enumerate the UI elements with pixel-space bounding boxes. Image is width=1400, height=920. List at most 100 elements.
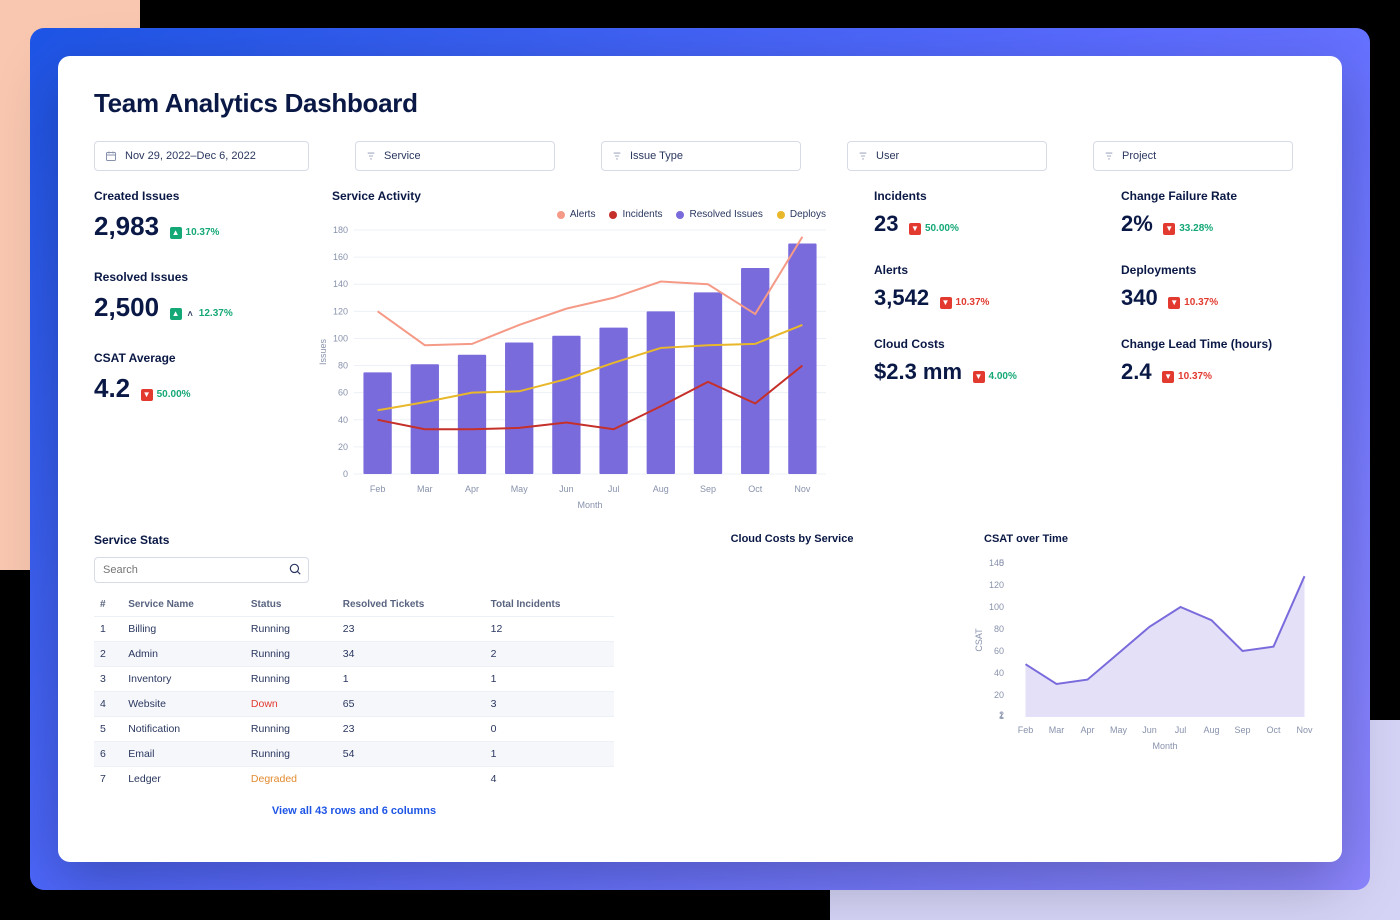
service-filter-label: Service: [384, 150, 421, 162]
filter-bar: Nov 29, 2022–Dec 6, 2022 Service Issue T…: [94, 141, 1306, 171]
svg-text:Sep: Sep: [700, 484, 716, 494]
arrow-down-icon: ▼: [973, 371, 985, 383]
service-filter[interactable]: Service: [355, 141, 555, 171]
metric-delta: ▼ 50.00%: [141, 389, 191, 401]
svg-text:Month: Month: [577, 500, 602, 510]
table-row[interactable]: 5NotificationRunning230: [94, 717, 614, 742]
svg-text:60: 60: [338, 388, 348, 398]
search-input[interactable]: [94, 557, 309, 583]
svg-text:80: 80: [994, 624, 1004, 634]
svg-text:Mar: Mar: [1049, 725, 1065, 735]
page-title: Team Analytics Dashboard: [94, 88, 1306, 119]
table-row[interactable]: 2AdminRunning342: [94, 642, 614, 667]
metric-title: Resolved Issues: [94, 270, 294, 284]
table-row[interactable]: 7LedgerDegraded4: [94, 767, 614, 792]
svg-text:100: 100: [989, 602, 1004, 612]
svg-text:Aug: Aug: [1203, 725, 1219, 735]
metric-title: Incidents: [874, 189, 1087, 203]
table-header: #: [94, 593, 122, 617]
svg-text:Jun: Jun: [1142, 725, 1157, 735]
svg-text:80: 80: [338, 361, 348, 371]
metric-title: Created Issues: [94, 189, 294, 203]
arrow-up-icon: ▲: [170, 227, 182, 239]
caret-icon: ˄: [188, 309, 193, 319]
filter-icon: [858, 151, 868, 161]
metric-delta: ▼10.37%: [1168, 297, 1218, 309]
svg-text:120: 120: [989, 580, 1004, 590]
table-header: Status: [245, 593, 337, 617]
metric-delta: ▼50.00%: [909, 223, 959, 235]
issue-type-filter-label: Issue Type: [630, 150, 683, 162]
date-range-picker[interactable]: Nov 29, 2022–Dec 6, 2022: [94, 141, 309, 171]
table-row[interactable]: 6EmailRunning541: [94, 742, 614, 767]
metric-title: CSAT Average: [94, 351, 294, 365]
arrow-down-icon: ▼: [909, 223, 921, 235]
section-title: Service Stats: [94, 533, 614, 547]
user-filter[interactable]: User: [847, 141, 1047, 171]
metric-change-failure-rate: Change Failure Rate 2% ▼33.28%: [1121, 189, 1334, 237]
metric-delta: ▼4.00%: [973, 371, 1017, 383]
svg-text:Aug: Aug: [653, 484, 669, 494]
metric-delta: ▲ 10.37%: [170, 227, 220, 239]
svg-text:Nov: Nov: [1296, 725, 1313, 735]
csat-chart-svg: 12204060801001201405FebMarAprMayJunJulAu…: [970, 553, 1330, 753]
date-range-value: Nov 29, 2022–Dec 6, 2022: [125, 150, 256, 162]
user-filter-label: User: [876, 150, 899, 162]
section-title: CSAT over Time: [970, 533, 1330, 545]
service-activity-chart: Service Activity Alerts Incidents Resolv…: [314, 189, 834, 519]
svg-text:Oct: Oct: [1266, 725, 1281, 735]
service-stats-section: Service Stats #Service NameStatusResolve…: [94, 533, 614, 817]
svg-text:Apr: Apr: [465, 484, 479, 494]
metric-resolved-issues: Resolved Issues 2,500 ▲ ˄ 12.37%: [94, 270, 294, 323]
svg-text:100: 100: [333, 333, 348, 343]
table-row[interactable]: 4WebsiteDown653: [94, 692, 614, 717]
svg-text:Feb: Feb: [370, 484, 386, 494]
svg-text:40: 40: [338, 415, 348, 425]
project-filter[interactable]: Project: [1093, 141, 1293, 171]
metric-value: 4.2: [94, 373, 130, 404]
issue-type-filter[interactable]: Issue Type: [601, 141, 801, 171]
svg-text:Month: Month: [1152, 741, 1177, 751]
svg-text:May: May: [1110, 725, 1128, 735]
table-row[interactable]: 3InventoryRunning11: [94, 667, 614, 692]
legend-dot-icon: [557, 211, 565, 219]
svg-text:Mar: Mar: [417, 484, 433, 494]
svg-text:CSAT: CSAT: [974, 628, 984, 652]
metric-value: 3,542: [874, 285, 929, 311]
view-all-link[interactable]: View all 43 rows and 6 columns: [94, 805, 614, 817]
svg-text:40: 40: [994, 668, 1004, 678]
svg-text:Nov: Nov: [794, 484, 811, 494]
metric-deployments: Deployments 340 ▼10.37%: [1121, 263, 1334, 311]
svg-text:Jul: Jul: [608, 484, 620, 494]
metric-value: 2.4: [1121, 359, 1152, 385]
legend-dot-icon: [676, 211, 684, 219]
metric-value: 340: [1121, 285, 1158, 311]
section-title: Cloud Costs by Service: [642, 533, 942, 545]
metric-delta: ▼33.28%: [1163, 223, 1213, 235]
service-stats-table: #Service NameStatusResolved TicketsTotal…: [94, 593, 614, 791]
table-header: Service Name: [122, 593, 245, 617]
svg-text:Feb: Feb: [1018, 725, 1034, 735]
right-metrics: Incidents 23 ▼50.00% Change Failure Rate…: [854, 189, 1334, 385]
svg-text:60: 60: [994, 646, 1004, 656]
metric-value: 2,500: [94, 292, 159, 323]
table-header: Total Incidents: [485, 593, 614, 617]
metric-title: Change Failure Rate: [1121, 189, 1334, 203]
arrow-down-icon: ▼: [1162, 371, 1174, 383]
metric-incidents: Incidents 23 ▼50.00%: [874, 189, 1087, 237]
metric-delta: ▼10.37%: [940, 297, 990, 309]
metric-delta: ▲ ˄ 12.37%: [170, 308, 233, 320]
metric-change-lead-time: Change Lead Time (hours) 2.4 ▼10.37%: [1121, 337, 1334, 385]
filter-icon: [612, 151, 622, 161]
legend-dot-icon: [609, 211, 617, 219]
arrow-down-icon: ▼: [1163, 223, 1175, 235]
svg-text:Issues: Issues: [318, 338, 328, 365]
project-filter-label: Project: [1122, 150, 1156, 162]
metric-csat-average: CSAT Average 4.2 ▼ 50.00%: [94, 351, 294, 404]
svg-text:20: 20: [338, 442, 348, 452]
svg-text:5: 5: [999, 558, 1004, 568]
search-icon: [288, 562, 302, 581]
svg-text:2: 2: [999, 710, 1004, 720]
table-row[interactable]: 1BillingRunning2312: [94, 617, 614, 642]
metric-value: 2%: [1121, 211, 1153, 237]
